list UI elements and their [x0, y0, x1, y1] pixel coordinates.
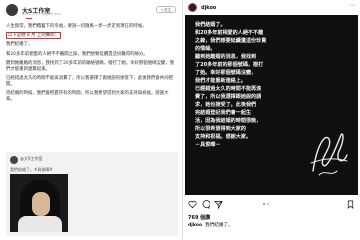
announcement-line: 活，因為我結婚的時間很晚， — [195, 118, 262, 124]
avatar — [10, 156, 18, 164]
bookmark-icon[interactable] — [346, 200, 355, 209]
announcement-line: 我們結婚了。 — [195, 22, 226, 28]
caption-username[interactable]: djkoo — [188, 223, 202, 228]
announcement-line: 求，她也接受了。此後我們 — [195, 102, 257, 108]
post-paragraph: 和20多年前相愛的人絕不不離開之錄，我們想要延續遺這份難得的緣分。 — [6, 51, 148, 57]
announcement-line: 支持和祝福。感謝大家。 — [195, 134, 252, 140]
caption: djkoo 我們結婚了。 — [188, 222, 233, 228]
comment-icon[interactable] — [201, 200, 210, 209]
highlighted-text: 以下是她 8 月 上的聲明： — [6, 32, 61, 40]
announcement-line: 了她。幸好那個號碼沒變， — [195, 70, 257, 76]
announcement-line: 完結婚登記我們會一起生 — [195, 110, 252, 116]
announcement-line: 所以很希望得到大家的 — [195, 126, 246, 132]
photo-shirt — [18, 216, 62, 232]
announcement-line: 的情緣。 — [195, 46, 216, 52]
announcement-line: 和20多年前相愛的人絕不不離 — [195, 30, 264, 36]
caption-text: 我們結婚了。 — [205, 223, 233, 228]
post-body: 人生無常，我們積蓄下的幸福，要說一切隨風一步一步走到現在的時候。 以下是她 8 … — [6, 24, 176, 106]
repost-photo[interactable] — [10, 174, 68, 232]
likes-count[interactable]: 769 個讚 — [188, 214, 210, 221]
announcement-text: 我們結婚了。 和20多年前相愛的人絕不不離 之錄，我們想要延續遺這份珍貴 的情緣… — [195, 21, 303, 149]
repost-card[interactable]: @大S工作室 我們結婚了。#具俊曄# — [6, 152, 178, 236]
heart-icon[interactable] — [188, 200, 197, 209]
post-paragraph: 聽到她離婚的消息，我找到了20多年前的聯絡號碼，撥打了她。幸好那個號碼沒變，我們… — [6, 60, 175, 72]
photo-face — [32, 192, 50, 216]
announcement-line: 我們才能重新連絡上。 — [195, 78, 246, 84]
carousel-dots — [263, 203, 269, 205]
red-underline-mark — [26, 18, 32, 19]
username[interactable]: djkoo — [201, 5, 216, 11]
more-icon[interactable]: ⋯ — [349, 2, 355, 9]
post-paragraph: 人生無常，我們積蓄下的幸福，要說一切隨風一步一步走到現在的時候。 — [6, 24, 147, 29]
instagram-post: djkoo ⋯ 我們結婚了。 和20多年前相愛的人絕不不離 之錄，我們想要延續遺… — [183, 0, 360, 240]
post-paragraph: 完結婚的時候，我們會把握所有的時間，所以我希望得到大家的支持與祝福，感謝大家。 — [6, 91, 169, 103]
announcement-line: 之錄，我們想要延續遺這份珍貴 — [195, 38, 267, 44]
share-icon[interactable] — [214, 200, 223, 209]
announcement-line: －具俊曄－ — [195, 142, 221, 148]
announcement-line: 了20多年前的那個號碼，撥打 — [195, 62, 264, 68]
announcement-line: 聽到她離婚的消息，我找到 — [195, 54, 257, 60]
action-bar — [188, 200, 355, 210]
weibo-post: 大S工作室 2022-3-8 · 来自 iPhone +关注 人生無常，我們積蓄… — [0, 0, 182, 240]
carousel-dot[interactable] — [263, 203, 265, 205]
repost-text: 我們結婚了。#具俊曄# — [10, 167, 53, 172]
follow-button[interactable]: +关注 — [156, 6, 176, 13]
post-paragraph: 以下是她 8 月 上的聲明： — [6, 32, 176, 40]
handwritten-signature — [310, 133, 348, 176]
post-time: 2022-3-8 · 来自 iPhone — [22, 12, 62, 16]
post-paragraph: 已經錯過太久的時間不能再浪費了，所以我選擇了跟她說的接受下，此後我們會共同把握。 — [6, 75, 173, 87]
avatar[interactable] — [6, 4, 18, 16]
announcement-line: 費了，所以我選擇跟她說的請 — [195, 94, 262, 100]
announcement-line: 已經錯過太久的時間不能再浪 — [195, 86, 262, 92]
instagram-post-header: djkoo — [188, 3, 216, 12]
post-image[interactable]: 我們結婚了。 和20多年前相愛的人絕不不離 之錄，我們想要延續遺這份珍貴 的情緣… — [185, 15, 358, 195]
avatar[interactable] — [188, 3, 197, 12]
repost-author[interactable]: @大S工作室 — [20, 156, 43, 162]
carousel-dot[interactable] — [266, 203, 269, 205]
post-paragraph: 我們結婚了。 — [6, 42, 33, 48]
